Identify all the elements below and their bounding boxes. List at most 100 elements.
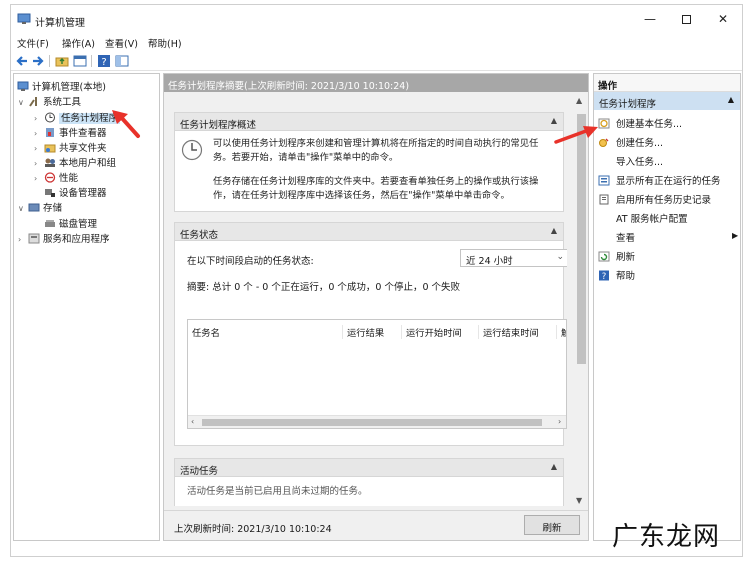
forward-icon[interactable] xyxy=(31,54,45,68)
menu-bar: 文件(F) 操作(A) 查看(V) 帮助(H) xyxy=(11,33,742,51)
overview-line: 可以使用任务计划程序来创建和管理计算机将在所指定的时间自动执行的常见任 xyxy=(213,138,539,149)
action-label: 导入任务... xyxy=(616,157,664,168)
collapse-icon[interactable]: ▲ xyxy=(551,462,557,471)
expand-icon[interactable]: › xyxy=(18,235,28,244)
scroll-down-icon[interactable]: ▼ xyxy=(576,496,582,505)
minimize-button[interactable]: — xyxy=(635,9,665,29)
period-dropdown[interactable]: 近 24 小时 ⌄ xyxy=(460,249,567,267)
tree-item-event-viewer[interactable]: › 事件查看器 xyxy=(34,125,107,140)
svg-text:?: ? xyxy=(602,272,607,281)
expand-icon[interactable]: ∨ xyxy=(18,204,28,213)
device-manager-icon xyxy=(45,189,55,197)
action-label: 创建任务... xyxy=(616,138,664,149)
maximize-icon xyxy=(681,15,691,24)
tree-item-services-applications[interactable]: › 服务和应用程序 xyxy=(18,231,110,246)
column-header-run-end[interactable]: 运行结束时间 xyxy=(478,325,539,339)
action-import-task[interactable]: 导入任务... xyxy=(598,154,663,170)
tree-item-label: 磁盘管理 xyxy=(59,219,98,230)
status-summary: 摘要: 总计 0 个 - 0 个正在运行，0 个成功，0 个停止，0 个失败 xyxy=(187,282,461,293)
properties-icon[interactable] xyxy=(73,54,87,68)
section-title: 活动任务 xyxy=(180,466,219,477)
active-tasks-section-header[interactable]: 活动任务 ▲ xyxy=(175,459,563,477)
scroll-left-icon[interactable]: ‹ xyxy=(191,417,194,426)
overview-line: 任务存储在任务计划程序库的文件夹中。若要查看单独任务上的操作或执行该操 xyxy=(213,176,539,187)
overview-paragraph-2: 任务存储在任务计划程序库的文件夹中。若要查看单独任务上的操作或执行该操 作，请在… xyxy=(213,175,538,203)
close-button[interactable]: ✕ xyxy=(708,9,738,29)
menu-help[interactable]: 帮助(H) xyxy=(148,36,182,50)
action-show-running-tasks[interactable]: 显示所有正在运行的任务 xyxy=(598,173,721,189)
expand-icon[interactable]: › xyxy=(34,129,44,138)
folder-up-icon[interactable] xyxy=(55,54,69,68)
clock-icon xyxy=(45,112,55,123)
task-scheduler-clock-icon xyxy=(181,139,203,161)
collapse-icon[interactable]: ▲ xyxy=(728,95,734,104)
expand-icon[interactable]: › xyxy=(34,114,44,123)
actions-pane: 操作 任务计划程序 ▲ 创建基本任务... 创建任务... 导入任务... 显示… xyxy=(593,73,741,541)
back-icon[interactable] xyxy=(15,54,29,68)
tree-item-shared-folders[interactable]: › 共享文件夹 xyxy=(34,140,107,155)
computer-icon xyxy=(17,81,29,91)
expand-icon[interactable]: › xyxy=(34,174,44,183)
navigation-tree: 计算机管理(本地) ∨ 系统工具 › 任务计划程序 › 事件查看器 › 共享文件夹 › 本… xyxy=(13,73,160,541)
menu-view[interactable]: 查看(V) xyxy=(105,36,138,50)
collapse-icon[interactable]: ▲ xyxy=(551,226,557,235)
action-label: 帮助 xyxy=(616,271,636,282)
tree-item-local-users-groups[interactable]: › 本地用户和组 xyxy=(34,155,116,170)
menu-file[interactable]: 文件(F) xyxy=(17,36,49,50)
scrollbar-thumb[interactable] xyxy=(577,114,586,364)
help-icon[interactable]: ? xyxy=(97,54,111,68)
action-enable-task-history[interactable]: 启用所有任务历史记录 xyxy=(598,192,711,208)
expand-icon[interactable]: ∨ xyxy=(18,98,28,107)
scroll-right-icon[interactable]: › xyxy=(558,417,561,426)
action-create-task[interactable]: 创建任务... xyxy=(598,135,663,151)
tree-item-performance[interactable]: › 性能 xyxy=(34,170,78,185)
action-help[interactable]: ? 帮助 xyxy=(598,268,635,284)
column-header-task-name[interactable]: 任务名 xyxy=(188,325,220,339)
tree-item-disk-management[interactable]: 磁盘管理 xyxy=(44,216,97,231)
action-create-basic-task[interactable]: 创建基本任务... xyxy=(598,116,682,132)
action-view[interactable]: 查看 ▶ xyxy=(598,230,738,246)
tools-icon xyxy=(29,97,37,107)
column-header-run-result[interactable]: 运行结果 xyxy=(342,325,384,339)
summary-vertical-scrollbar[interactable]: ▲ ▼ xyxy=(574,94,588,508)
computer-management-window: 计算机管理 — ✕ 文件(F) 操作(A) 查看(V) 帮助(H) ? 计算机管… xyxy=(10,4,743,557)
active-tasks-section: 活动任务 ▲ 活动任务是当前已启用且尚未过期的任务。 xyxy=(174,458,564,506)
menu-action[interactable]: 操作(A) xyxy=(62,36,95,50)
maximize-button[interactable] xyxy=(671,9,701,29)
scroll-up-icon[interactable]: ▲ xyxy=(576,96,582,105)
tree-item-device-manager[interactable]: 设备管理器 xyxy=(44,185,107,200)
overview-section-header[interactable]: 任务计划程序概述 ▲ xyxy=(175,113,563,131)
action-label: 显示所有正在运行的任务 xyxy=(616,176,721,187)
show-hide-icon[interactable] xyxy=(115,54,129,68)
tree-item-computer-management[interactable]: 计算机管理(本地) xyxy=(17,79,106,94)
tree-item-storage[interactable]: ∨ 存储 xyxy=(18,200,62,215)
chevron-down-icon: ⌄ xyxy=(556,252,564,262)
actions-group-title: 任务计划程序 xyxy=(599,99,657,110)
scrollbar-thumb[interactable] xyxy=(202,419,542,426)
action-refresh[interactable]: 刷新 xyxy=(598,249,635,265)
actions-group-task-scheduler[interactable]: 任务计划程序 ▲ xyxy=(594,92,740,110)
action-at-service-account[interactable]: AT 服务帐户配置 xyxy=(598,211,688,227)
watermark-logo: 广东龙网 xyxy=(612,522,721,552)
tree-item-label: 系统工具 xyxy=(43,97,82,108)
shared-folder-icon xyxy=(44,144,56,153)
performance-icon xyxy=(44,172,56,183)
action-label: 查看 xyxy=(616,233,636,244)
refresh-button[interactable]: 刷新 xyxy=(524,515,580,535)
column-header-trigger[interactable]: 触 xyxy=(556,325,566,339)
expand-icon[interactable]: › xyxy=(34,144,44,153)
tree-item-label: 设备管理器 xyxy=(59,188,107,199)
task-status-section: 任务状态 ▲ 在以下时间段启动的任务状态: 近 24 小时 ⌄ 摘要: 总计 0… xyxy=(174,222,567,446)
table-horizontal-scrollbar[interactable]: ‹ › xyxy=(188,415,566,428)
toolbar: ? xyxy=(11,51,742,71)
expand-icon[interactable]: › xyxy=(34,159,44,168)
storage-icon xyxy=(28,203,40,212)
tree-item-system-tools[interactable]: ∨ 系统工具 xyxy=(18,94,81,109)
summary-footer: 上次刷新时间: 2021/3/10 10:10:24 刷新 xyxy=(164,510,588,540)
overview-section: 任务计划程序概述 ▲ 可以使用任务计划程序来创建和管理计算机将在所指定的时间自动… xyxy=(174,112,564,212)
summary-header: 任务计划程序摘要(上次刷新时间: 2021/3/10 10:10:24) xyxy=(164,74,588,92)
overview-paragraph-1: 可以使用任务计划程序来创建和管理计算机将在所指定的时间自动执行的常见任 务。若要… xyxy=(213,137,538,165)
task-status-section-header[interactable]: 任务状态 ▲ xyxy=(175,223,563,241)
column-header-run-start[interactable]: 运行开始时间 xyxy=(401,325,462,339)
action-label: 创建基本任务... xyxy=(616,119,683,130)
